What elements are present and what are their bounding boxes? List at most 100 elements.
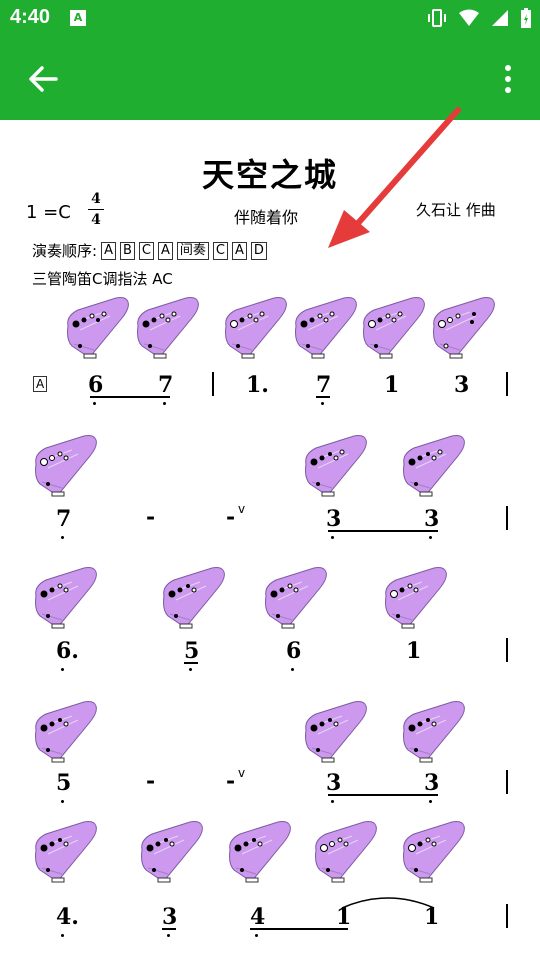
ocarina-fingering-icon — [35, 567, 97, 629]
ocarina-fingering-icon — [403, 821, 465, 883]
breath-mark: v — [238, 766, 246, 780]
song-subtitle: 伴随着你 — [234, 208, 299, 227]
ocarina-fingering-icon — [385, 567, 447, 629]
ocarina-fingering-icon — [265, 567, 327, 629]
low-octave-dot — [167, 934, 170, 937]
ocarina-fingering-icon — [229, 821, 291, 883]
time-sig-top: 4 — [91, 191, 101, 207]
low-octave-dot — [93, 402, 96, 405]
ocarina-fingering-icon — [305, 435, 367, 497]
underline — [316, 396, 330, 398]
wifi-icon — [459, 9, 479, 26]
note: 1 — [406, 638, 422, 664]
underline — [162, 928, 176, 930]
ocarina-fingering-icon — [67, 297, 129, 359]
ocarina-fingering-icon — [163, 567, 225, 629]
note: 6 — [286, 638, 302, 664]
ocarina-fingering-icon — [433, 297, 495, 359]
ocarina-fingering-icon — [225, 297, 287, 359]
order-item: A — [101, 241, 116, 260]
low-octave-dot — [61, 934, 64, 937]
note: 7 — [316, 372, 332, 398]
beam-line — [328, 530, 438, 532]
bar-line — [506, 638, 508, 662]
low-octave-dot — [429, 536, 432, 539]
bar-line — [212, 372, 214, 396]
note: 3 — [326, 770, 342, 796]
note: 3 — [326, 506, 342, 532]
note: 3 — [424, 506, 440, 532]
note: 3 — [424, 770, 440, 796]
fingering-label: 三管陶笛C调指法 AC — [32, 270, 173, 288]
signal-icon — [492, 10, 508, 26]
low-octave-dot — [331, 536, 334, 539]
note: 7 — [158, 372, 174, 398]
ocarina-fingering-icon — [35, 821, 97, 883]
order-item: C — [212, 241, 228, 260]
play-order: 演奏顺序: A B C A 间奏 C A D — [32, 240, 267, 261]
note: 4 — [250, 904, 266, 930]
order-item: B — [119, 241, 135, 260]
breath-mark: v — [238, 502, 246, 516]
note: 6 — [88, 372, 104, 398]
ocarina-fingering-icon — [403, 435, 465, 497]
low-octave-dot — [321, 402, 324, 405]
low-octave-dot — [61, 800, 64, 803]
ocarina-fingering-icon — [315, 821, 377, 883]
play-order-label: 演奏顺序: — [32, 242, 98, 260]
note: 4. — [56, 904, 79, 930]
note: - — [226, 504, 236, 530]
order-item: A — [157, 241, 173, 260]
low-octave-dot — [163, 402, 166, 405]
order-item: 间奏 — [176, 241, 209, 260]
note: - — [146, 768, 156, 794]
low-octave-dot — [291, 668, 294, 671]
note: 6. — [56, 638, 79, 664]
low-octave-dot — [255, 934, 258, 937]
key-signature: 1 =C — [26, 202, 71, 223]
time-signature: 4 4 — [88, 191, 104, 228]
beam-line — [90, 396, 170, 398]
status-icons — [426, 6, 532, 30]
note: 5 — [184, 638, 200, 664]
note: - — [226, 768, 236, 794]
note: 5 — [56, 770, 72, 796]
ocarina-fingering-icon — [305, 701, 367, 763]
ocarina-fingering-icon — [35, 701, 97, 763]
time-sig-bottom: 4 — [91, 212, 101, 228]
low-octave-dot — [61, 668, 64, 671]
section-label: A — [33, 376, 48, 392]
bar-line — [506, 506, 508, 530]
bar-line — [506, 904, 508, 928]
ocarina-fingering-icon — [363, 297, 425, 359]
low-octave-dot — [429, 800, 432, 803]
back-arrow-icon[interactable] — [26, 62, 60, 96]
status-bar: 4:40 A — [0, 0, 540, 36]
note: 1 — [384, 372, 400, 398]
beam-line — [250, 928, 348, 930]
note: 3 — [454, 372, 470, 398]
low-octave-dot — [61, 536, 64, 539]
ocarina-fingering-icon — [141, 821, 203, 883]
underline — [184, 662, 198, 664]
red-arrow-annotation — [328, 107, 461, 248]
note: 1. — [246, 372, 269, 398]
ocarina-fingering-icon — [137, 297, 199, 359]
tie-slur — [341, 897, 435, 909]
vibrate-icon — [428, 9, 446, 27]
ocarina-fingering-icon — [403, 701, 465, 763]
battery-icon — [521, 8, 531, 28]
status-time: 4:40 — [10, 6, 51, 28]
bar-line — [506, 770, 508, 794]
bar-line — [506, 372, 508, 396]
beam-line — [328, 794, 438, 796]
more-options-icon[interactable] — [502, 64, 514, 94]
ocarina-fingering-icon — [295, 297, 357, 359]
low-octave-dot — [331, 800, 334, 803]
ocarina-fingering-icon — [35, 435, 97, 497]
order-item: A — [231, 241, 247, 260]
order-item: D — [250, 241, 267, 260]
note: 3 — [162, 904, 178, 930]
low-octave-dot — [189, 668, 192, 671]
notification-icon: A — [70, 10, 86, 26]
